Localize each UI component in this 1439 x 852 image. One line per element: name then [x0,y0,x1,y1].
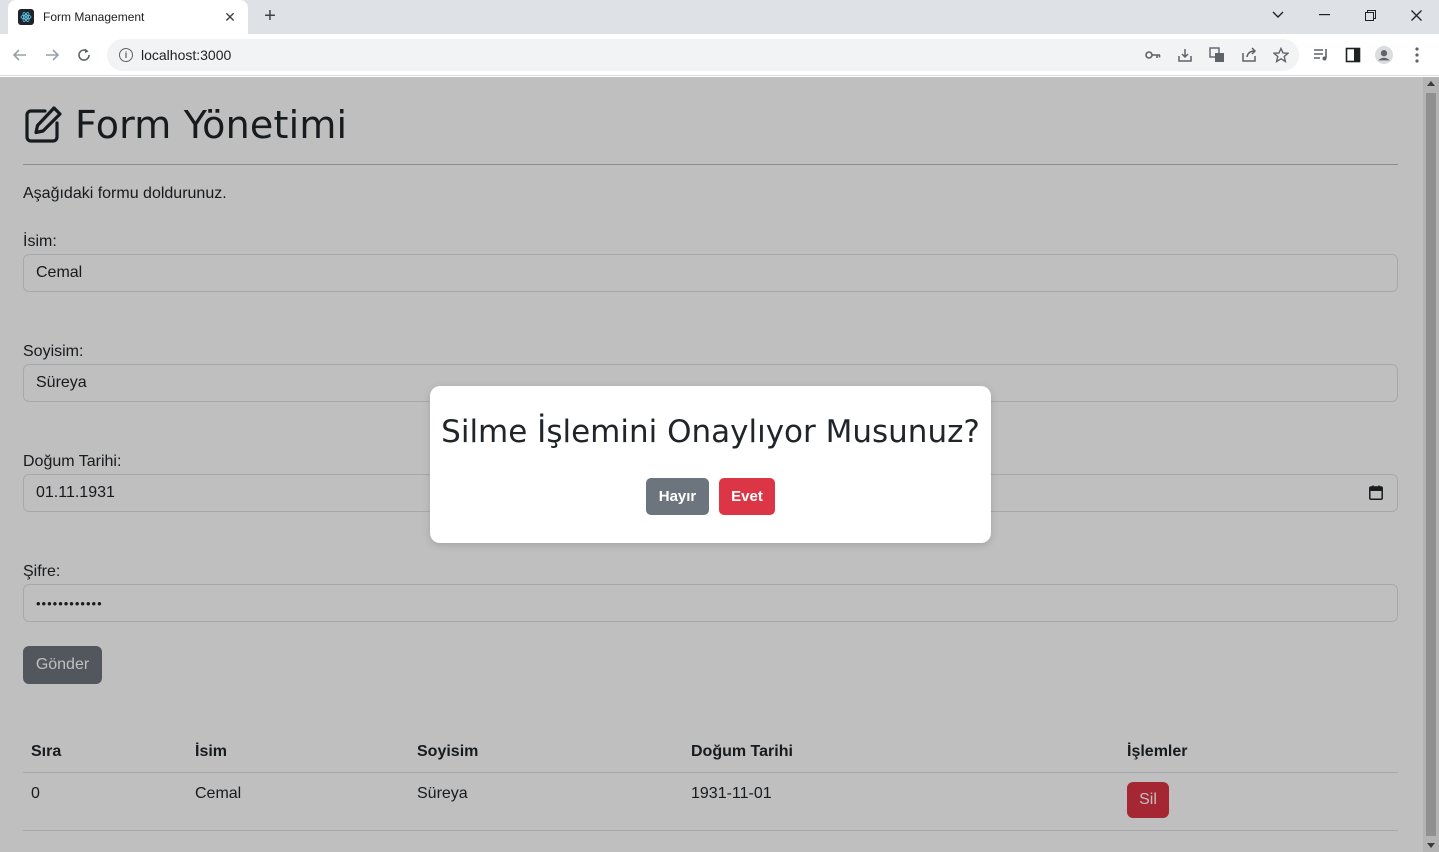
dialog-question: Silme İşlemini Onaylıyor Musunuz? [441,414,980,450]
cancel-button[interactable]: Hayır [646,478,709,515]
side-panel-icon[interactable] [1344,46,1362,64]
translate-icon[interactable] [1208,46,1226,64]
tab-close-icon[interactable]: ✕ [222,9,238,26]
menu-kebab-icon[interactable] [1408,46,1426,64]
share-icon[interactable] [1240,46,1258,64]
site-info-icon[interactable]: i [119,48,133,62]
bookmark-star-icon[interactable] [1272,46,1290,64]
tab-search-icon[interactable] [1255,0,1301,30]
profile-avatar-icon[interactable] [1375,46,1393,64]
forward-icon[interactable] [40,43,64,67]
address-bar[interactable]: i localhost:3000 [107,39,1299,71]
install-icon[interactable] [1176,46,1194,64]
key-icon[interactable] [1144,46,1162,64]
react-icon [18,9,34,25]
reload-icon[interactable] [72,43,96,67]
browser-tab-bar: Form Management ✕ + [0,0,1439,34]
media-queue-icon[interactable] [1312,46,1330,64]
tab-title: Form Management [43,10,145,24]
browser-tab[interactable]: Form Management ✕ [8,0,248,34]
restore-icon[interactable] [1347,0,1393,30]
back-icon[interactable] [8,43,32,67]
url-text: localhost:3000 [141,47,232,63]
close-window-icon[interactable] [1393,0,1439,30]
new-tab-icon[interactable]: + [258,5,282,29]
browser-toolbar: i localhost:3000 [0,34,1439,76]
confirm-button[interactable]: Evet [719,478,775,515]
confirm-delete-dialog: Silme İşlemini Onaylıyor Musunuz? Hayır … [430,386,991,543]
minimize-icon[interactable] [1301,0,1347,30]
